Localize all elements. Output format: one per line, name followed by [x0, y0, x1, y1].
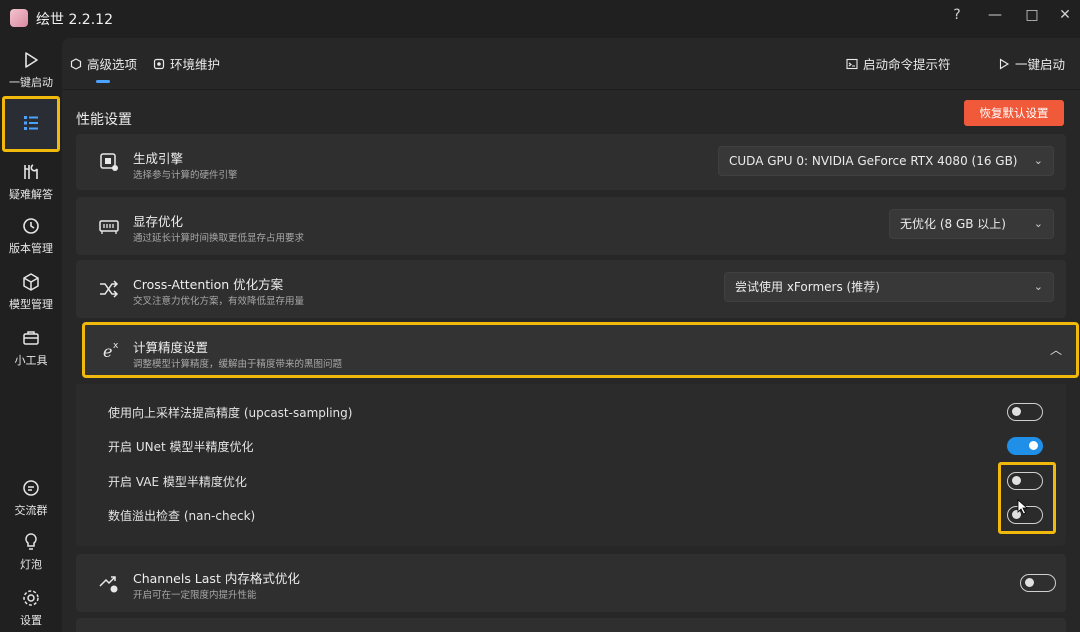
engine-select[interactable]: CUDA GPU 0: NVIDIA GeForce RTX 4080 (16 … — [718, 146, 1054, 176]
nav-item-troubleshoot[interactable]: 疑难解答 — [0, 162, 62, 202]
hexagon-icon — [70, 58, 82, 70]
nav-item-versions[interactable]: 版本管理 — [0, 216, 62, 256]
cmd-prompt-label: 启动命令提示符 — [863, 57, 951, 72]
exponent-icon: ex — [103, 341, 119, 361]
nav-item-advanced[interactable] — [2, 96, 60, 152]
option-nancheck-label: 数值溢出检查 (nan-check) — [108, 509, 256, 523]
main-panel: 高级选项 环境维护 启动命令提示符 一键启动 性能设置 恢复默认设置 生成引擎 … — [62, 38, 1080, 632]
memory-icon — [99, 220, 119, 234]
precision-options-panel: 使用向上采样法提高精度 (upcast-sampling) 开启 UNet 模型… — [76, 384, 1066, 546]
close-button[interactable]: ✕ — [1050, 4, 1080, 26]
select-value: 尝试使用 xFormers (推荐) — [735, 280, 880, 294]
nav-item-settings[interactable]: 设置 — [0, 588, 62, 628]
shuffle-icon — [100, 280, 119, 298]
nav-item-label: 疑难解答 — [9, 188, 53, 201]
tab-advanced[interactable]: 高级选项 — [70, 54, 137, 73]
nav-item-tools[interactable]: 小工具 — [0, 328, 62, 368]
nav-item-label: 版本管理 — [9, 242, 53, 255]
toolbox-icon — [23, 331, 39, 345]
option-unet-label: 开启 UNet 模型半精度优化 — [108, 440, 254, 454]
chip-icon — [100, 153, 118, 171]
setting-subtitle: 开启可在一定限度内提升性能 — [133, 590, 257, 601]
chevron-up-icon[interactable]: ︿ — [1050, 341, 1062, 358]
tab-bar: 高级选项 环境维护 启动命令提示符 一键启动 — [62, 38, 1080, 90]
nav-item-label: 模型管理 — [9, 298, 53, 311]
tab-label: 高级选项 — [87, 57, 138, 72]
option-upcast-label: 使用向上采样法提高精度 (upcast-sampling) — [108, 406, 353, 420]
chevron-down-icon: ⌄ — [1033, 154, 1043, 167]
setting-title: 计算精度设置 — [133, 340, 209, 355]
setting-title: Cross-Attention 优化方案 — [133, 277, 284, 292]
toggle-unet-half[interactable] — [1007, 437, 1043, 455]
setting-subtitle: 调整模型计算精度，缓解由于精度带来的黑图问题 — [133, 359, 343, 370]
setting-card-engine: 生成引擎 选择参与计算的硬件引擎 CUDA GPU 0: NVIDIA GeFo… — [76, 134, 1066, 190]
setting-title: Channels Last 内存格式优化 — [133, 571, 300, 586]
nav-item-models[interactable]: 模型管理 — [0, 272, 62, 312]
select-value: CUDA GPU 0: NVIDIA GeForce RTX 4080 (16 … — [729, 154, 1018, 168]
nav-item-label: 交流群 — [14, 504, 48, 517]
svg-text:x: x — [113, 341, 119, 351]
launch-button[interactable]: 一键启动 — [998, 54, 1065, 73]
section-title: 性能设置 — [76, 112, 132, 128]
reset-defaults-button[interactable]: 恢复默认设置 — [964, 100, 1064, 126]
gear-icon — [23, 590, 39, 606]
trend-up-icon — [99, 576, 118, 593]
select-value: 无优化 (8 GB 以上) — [900, 217, 1006, 231]
toggle-highlight-box — [998, 462, 1056, 534]
toggle-upcast-sampling[interactable] — [1007, 403, 1043, 421]
nav-item-bulb[interactable]: 灯泡 — [0, 532, 62, 572]
chevron-down-icon: ⌄ — [1033, 280, 1043, 293]
mouse-cursor-icon — [1017, 499, 1029, 515]
cube-icon — [23, 273, 39, 291]
nav-item-launch[interactable]: 一键启动 — [0, 50, 62, 90]
bulb-icon — [25, 533, 37, 550]
setting-subtitle: 选择参与计算的硬件引擎 — [133, 170, 238, 181]
title-bar: 绘世 2.2.12 ? — □ ✕ — [0, 0, 1080, 38]
nav-item-label: 小工具 — [14, 354, 48, 367]
toggle-knob — [1012, 407, 1021, 416]
tools-icon — [24, 164, 38, 179]
tab-env[interactable]: 环境维护 — [153, 54, 220, 73]
terminal-icon — [846, 58, 858, 70]
env-icon — [153, 58, 165, 70]
active-tab-indicator — [96, 80, 110, 83]
play-icon — [999, 58, 1010, 70]
svg-text:e: e — [103, 342, 112, 361]
left-nav: 一键启动 疑难解答 版本管理 模型管理 小工具 交流群 灯泡 设置 — [0, 38, 62, 632]
play-icon — [25, 52, 38, 68]
maximize-button[interactable]: □ — [1017, 4, 1047, 26]
option-vae-label: 开启 VAE 模型半精度优化 — [108, 475, 247, 489]
setting-card-attention: Cross-Attention 优化方案 交叉注意力优化方案，有效降低显存用量 … — [76, 260, 1066, 318]
help-button[interactable]: ? — [942, 4, 972, 26]
toggle-knob — [1025, 578, 1034, 587]
toggle-channels-last[interactable] — [1020, 574, 1056, 592]
chat-icon — [23, 480, 39, 496]
minimize-button[interactable]: — — [980, 4, 1010, 26]
nav-item-chat[interactable]: 交流群 — [0, 478, 62, 518]
nav-item-label: 灯泡 — [20, 558, 42, 571]
precision-expander[interactable]: ex 计算精度设置 调整模型计算精度，缓解由于精度带来的黑图问题 ︿ — [82, 322, 1079, 378]
chevron-down-icon: ⌄ — [1033, 217, 1043, 230]
history-icon — [23, 218, 39, 234]
vram-select[interactable]: 无优化 (8 GB 以上) ⌄ — [889, 209, 1054, 239]
nav-item-label: 设置 — [20, 614, 42, 627]
nav-item-label: 一键启动 — [9, 76, 53, 89]
setting-card-vram: 显存优化 通过延长计算时间换取更低显存占用要求 无优化 (8 GB 以上) ⌄ — [76, 197, 1066, 255]
tab-label: 环境维护 — [170, 57, 221, 72]
cmd-prompt-button[interactable]: 启动命令提示符 — [846, 54, 951, 73]
attention-select[interactable]: 尝试使用 xFormers (推荐) ⌄ — [724, 272, 1054, 302]
setting-card-channels-last: Channels Last 内存格式优化 开启可在一定限度内提升性能 — [76, 554, 1066, 612]
list-settings-icon — [24, 116, 38, 130]
setting-title: 显存优化 — [133, 214, 184, 229]
app-logo — [10, 9, 28, 27]
setting-subtitle: 交叉注意力优化方案，有效降低显存用量 — [133, 296, 305, 307]
toggle-knob — [1029, 441, 1038, 450]
setting-subtitle: 通过延长计算时间换取更低显存占用要求 — [133, 233, 305, 244]
launch-label: 一键启动 — [1015, 57, 1066, 72]
setting-card-next — [76, 618, 1066, 632]
app-title: 绘世 2.2.12 — [36, 12, 113, 28]
setting-title: 生成引擎 — [133, 151, 184, 166]
